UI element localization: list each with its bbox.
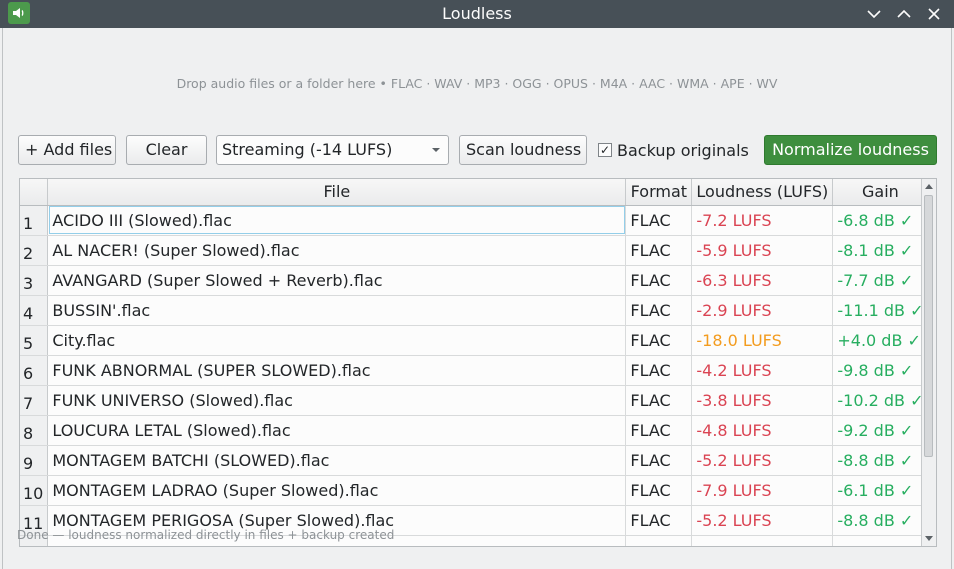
gain-value: -6.8 dB ✓ [832,205,929,236]
file-name[interactable]: FUNK ABNORMAL (SUPER SLOWED).flac [47,355,627,386]
gain-value: -9.8 dB ✓ [832,355,929,386]
gain-value: -11.1 dB ✓ [832,295,929,326]
file-name[interactable]: LOUCURA LETAL (Slowed).flac [47,415,627,446]
gain-value: +4.0 dB ✓ [832,325,929,356]
loudness-value: -5.2 LUFS [691,505,834,536]
file-name[interactable]: MONTAGEM BATCHI (SLOWED).flac [47,445,627,476]
minimize-icon[interactable] [865,5,883,23]
row-number: 7 [20,385,49,416]
file-format: FLAC [625,505,693,536]
file-name[interactable]: ACIDO III (Slowed).flac [47,205,627,236]
loudness-value: -7.2 LUFS [691,205,834,236]
maximize-icon[interactable] [895,5,913,23]
scrollbar-thumb[interactable] [924,195,933,457]
preset-value: Streaming (-14 LUFS) [222,140,393,159]
title-bar: Loudless [0,0,954,28]
table-row[interactable]: 9 MONTAGEM BATCHI (SLOWED).flac FLAC -5.… [20,445,929,476]
row-number: 3 [20,265,49,296]
backup-originals-toggle[interactable]: Backup originals [598,140,749,161]
file-name[interactable]: BUSSIN'.flac [47,295,627,326]
row-number: 10 [20,475,49,506]
file-format: FLAC [625,295,693,326]
table-row[interactable]: 2 AL NACER! (Super Slowed).flac FLAC -5.… [20,235,929,266]
vertical-scrollbar[interactable] [921,179,936,546]
loudness-value: -5.9 LUFS [691,235,834,266]
column-header-format[interactable]: Format [625,179,693,206]
file-format: FLAC [625,385,693,416]
add-files-button[interactable]: + Add files [18,135,116,165]
file-name[interactable]: FUNK UNIVERSO (Slowed).flac [47,385,627,416]
file-format: FLAC [625,235,693,266]
gain-value: -8.1 dB ✓ [832,235,929,266]
loudness-value: -4.8 LUFS [691,415,834,446]
loudness-preset-select[interactable]: Streaming (-14 LUFS) [216,135,449,165]
row-number: 8 [20,415,49,446]
file-format: FLAC [625,265,693,296]
row-number: 5 [20,325,49,356]
backup-checkbox[interactable] [598,140,612,160]
status-text: Done — loudness normalized directly in f… [17,528,395,542]
loudness-value-partial [691,535,834,546]
file-name[interactable]: MONTAGEM LADRAO (Super Slowed).flac [47,475,627,506]
normalize-loudness-button[interactable]: Normalize loudness [764,135,937,165]
file-format: FLAC [625,445,693,476]
gain-value-partial [832,535,929,546]
loudness-value: -4.2 LUFS [691,355,834,386]
file-format: FLAC [625,475,693,506]
loudness-value: -6.3 LUFS [691,265,834,296]
row-number: 2 [20,235,49,266]
column-header-gain[interactable]: Gain [832,179,929,206]
gain-value: -7.7 dB ✓ [832,265,929,296]
files-grid: File Format Loudness (LUFS) Gain 1 ACIDO… [20,179,929,546]
column-header-file[interactable]: File [47,179,627,206]
clear-button[interactable]: Clear [126,135,207,165]
chevron-down-icon [432,148,440,152]
loudness-value: -7.9 LUFS [691,475,834,506]
loudness-value: -2.9 LUFS [691,295,834,326]
corner-cell[interactable] [20,179,49,206]
drop-zone-hint[interactable]: Drop audio files or a folder here • FLAC… [3,76,951,91]
files-table: File Format Loudness (LUFS) Gain 1 ACIDO… [19,178,937,547]
row-number: 9 [20,445,49,476]
table-row[interactable]: 3 AVANGARD (Super Slowed + Reverb).flac … [20,265,929,296]
scroll-down-icon[interactable] [925,536,933,541]
scan-loudness-button[interactable]: Scan loudness [459,135,587,165]
gain-value: -9.2 dB ✓ [832,415,929,446]
table-header-row: File Format Loudness (LUFS) Gain [20,179,929,206]
table-row[interactable]: 7 FUNK UNIVERSO (Slowed).flac FLAC -3.8 … [20,385,929,416]
file-format: FLAC [625,415,693,446]
table-row[interactable]: 8 LOUCURA LETAL (Slowed).flac FLAC -4.8 … [20,415,929,446]
gain-value: -10.2 dB ✓ [832,385,929,416]
file-name[interactable]: AL NACER! (Super Slowed).flac [47,235,627,266]
gain-value: -8.8 dB ✓ [832,445,929,476]
file-name[interactable]: City.flac [47,325,627,356]
backup-label: Backup originals [617,141,749,160]
table-row[interactable]: 5 City.flac FLAC -18.0 LUFS +4.0 dB ✓ [20,325,929,356]
scroll-up-icon[interactable] [925,184,933,189]
table-row[interactable]: 4 BUSSIN'.flac FLAC -2.9 LUFS -11.1 dB ✓ [20,295,929,326]
file-format-partial [625,535,693,546]
row-number: 4 [20,295,49,326]
gain-value: -6.1 dB ✓ [832,475,929,506]
loudness-value: -18.0 LUFS [691,325,834,356]
close-icon[interactable] [925,5,943,23]
loudness-value: -3.8 LUFS [691,385,834,416]
row-number: 1 [20,205,49,236]
column-header-loudness[interactable]: Loudness (LUFS) [691,179,834,206]
loudness-value: -5.2 LUFS [691,445,834,476]
file-format: FLAC [625,205,693,236]
file-name[interactable]: AVANGARD (Super Slowed + Reverb).flac [47,265,627,296]
window-title: Loudless [442,4,512,23]
file-format: FLAC [625,355,693,386]
table-row[interactable]: 1 ACIDO III (Slowed).flac FLAC -7.2 LUFS… [20,205,929,236]
table-row[interactable]: 6 FUNK ABNORMAL (SUPER SLOWED).flac FLAC… [20,355,929,386]
file-format: FLAC [625,325,693,356]
table-row[interactable]: 10 MONTAGEM LADRAO (Super Slowed).flac F… [20,475,929,506]
row-number: 6 [20,355,49,386]
gain-value: -8.8 dB ✓ [832,505,929,536]
